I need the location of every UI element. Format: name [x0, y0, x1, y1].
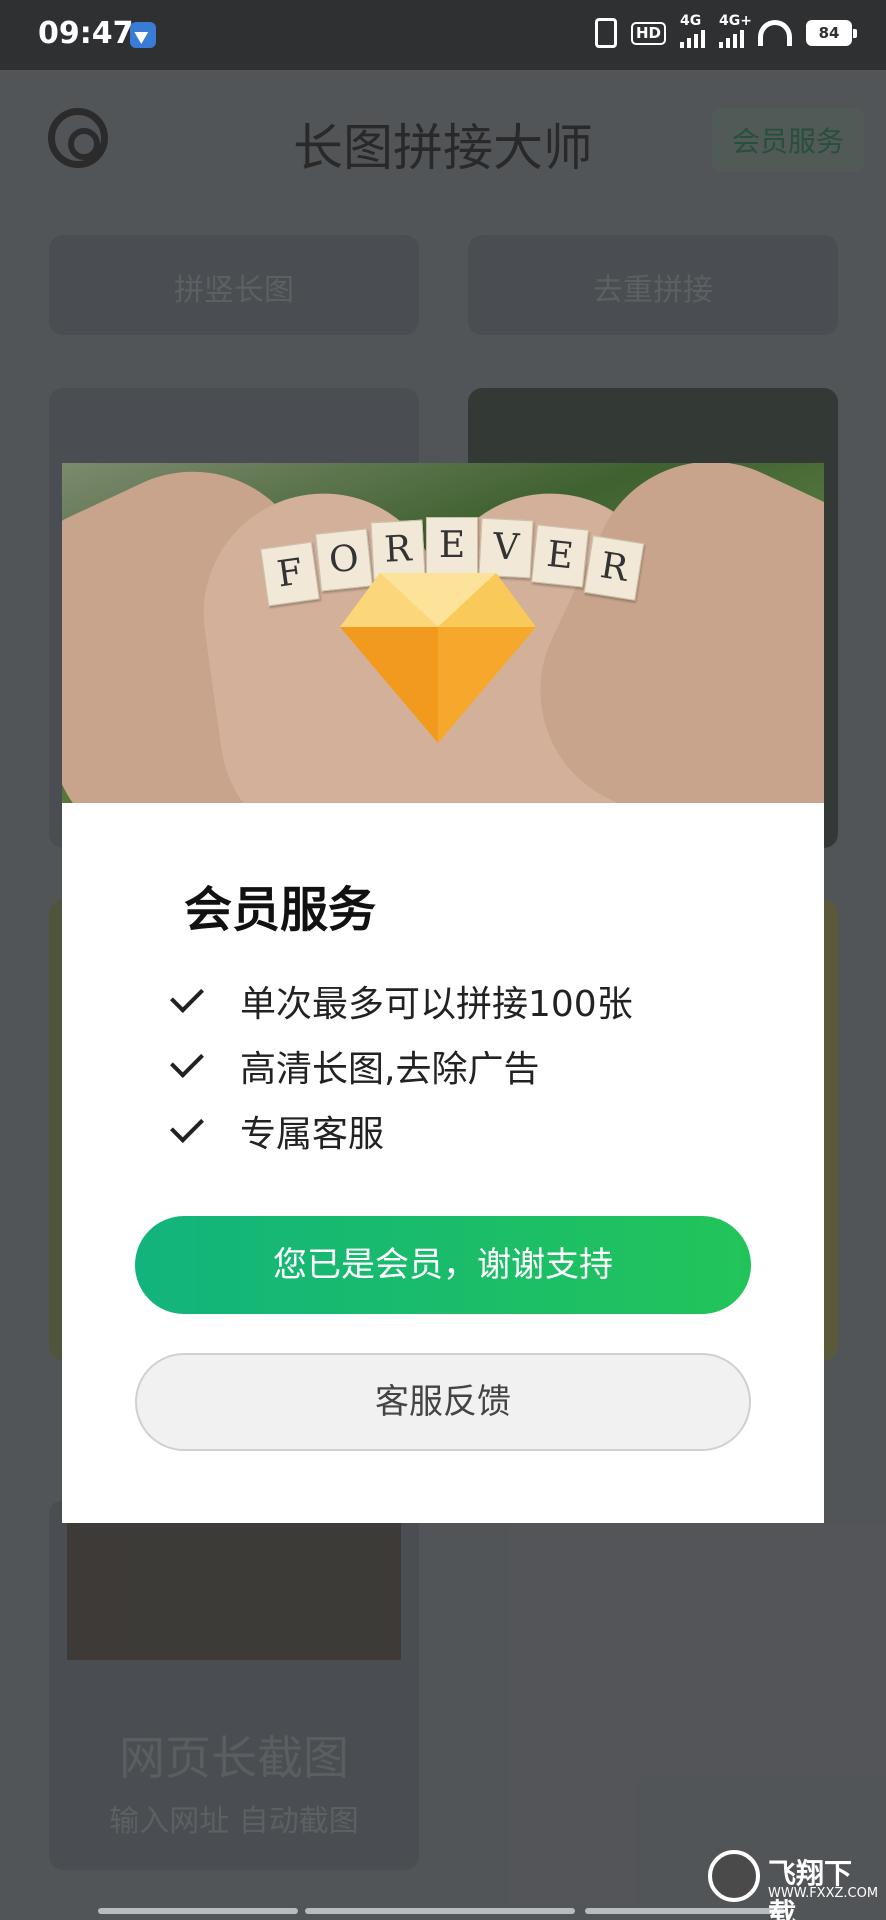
watermark-logo-icon: [708, 1850, 760, 1902]
nav-indicator: [305, 1908, 575, 1914]
battery-icon: 84: [806, 20, 857, 46]
feature-item: 高清长图,去除广告: [170, 1040, 540, 1092]
hd-voice-icon: HD: [630, 21, 666, 45]
check-icon: [170, 979, 204, 1013]
signal-icon-sim1: 4G: [680, 14, 705, 48]
status-icons: HD 4G 4G+ 84: [594, 14, 857, 48]
letter-tile: F: [260, 541, 320, 607]
notification-app-icon: [130, 22, 156, 48]
feature-text: 单次最多可以拼接100张: [240, 984, 633, 1025]
check-icon: [170, 1109, 204, 1143]
membership-banner-image: F O R E V E R: [62, 463, 824, 803]
wifi-icon: [758, 20, 792, 46]
nav-indicator: [98, 1908, 298, 1914]
letter-tile: E: [426, 517, 478, 575]
letter-tile: R: [370, 519, 426, 581]
letter-tile: E: [531, 524, 589, 588]
signal-icon-sim2: 4G+: [719, 14, 752, 48]
feature-text: 专属客服: [240, 1114, 385, 1155]
check-icon: [170, 1044, 204, 1078]
dialog-title: 会员服务: [184, 882, 377, 938]
site-watermark: 飞翔下载 WWW.FXXZ.COM: [708, 1850, 878, 1920]
membership-dialog: F O R E V E R 会员服务 单次最多可以拼接100张 高清长图,去除广…: [62, 463, 824, 1523]
watermark-url: WWW.FXXZ.COM: [768, 1886, 879, 1901]
nav-indicator: [585, 1908, 785, 1914]
status-bar: 09:47 HD 4G 4G+ 84: [0, 0, 886, 70]
letter-tile: R: [583, 535, 645, 601]
diamond-icon: [340, 573, 536, 743]
status-time: 09:47: [38, 16, 134, 51]
feature-item: 专属客服: [170, 1105, 385, 1157]
feature-text: 高清长图,去除广告: [240, 1049, 540, 1090]
letter-tile: V: [478, 517, 534, 579]
customer-feedback-button[interactable]: 客服反馈: [135, 1353, 751, 1451]
already-member-button[interactable]: 您已是会员，谢谢支持: [135, 1216, 751, 1314]
feature-item: 单次最多可以拼接100张: [170, 975, 633, 1027]
vibrate-icon: [594, 18, 617, 48]
